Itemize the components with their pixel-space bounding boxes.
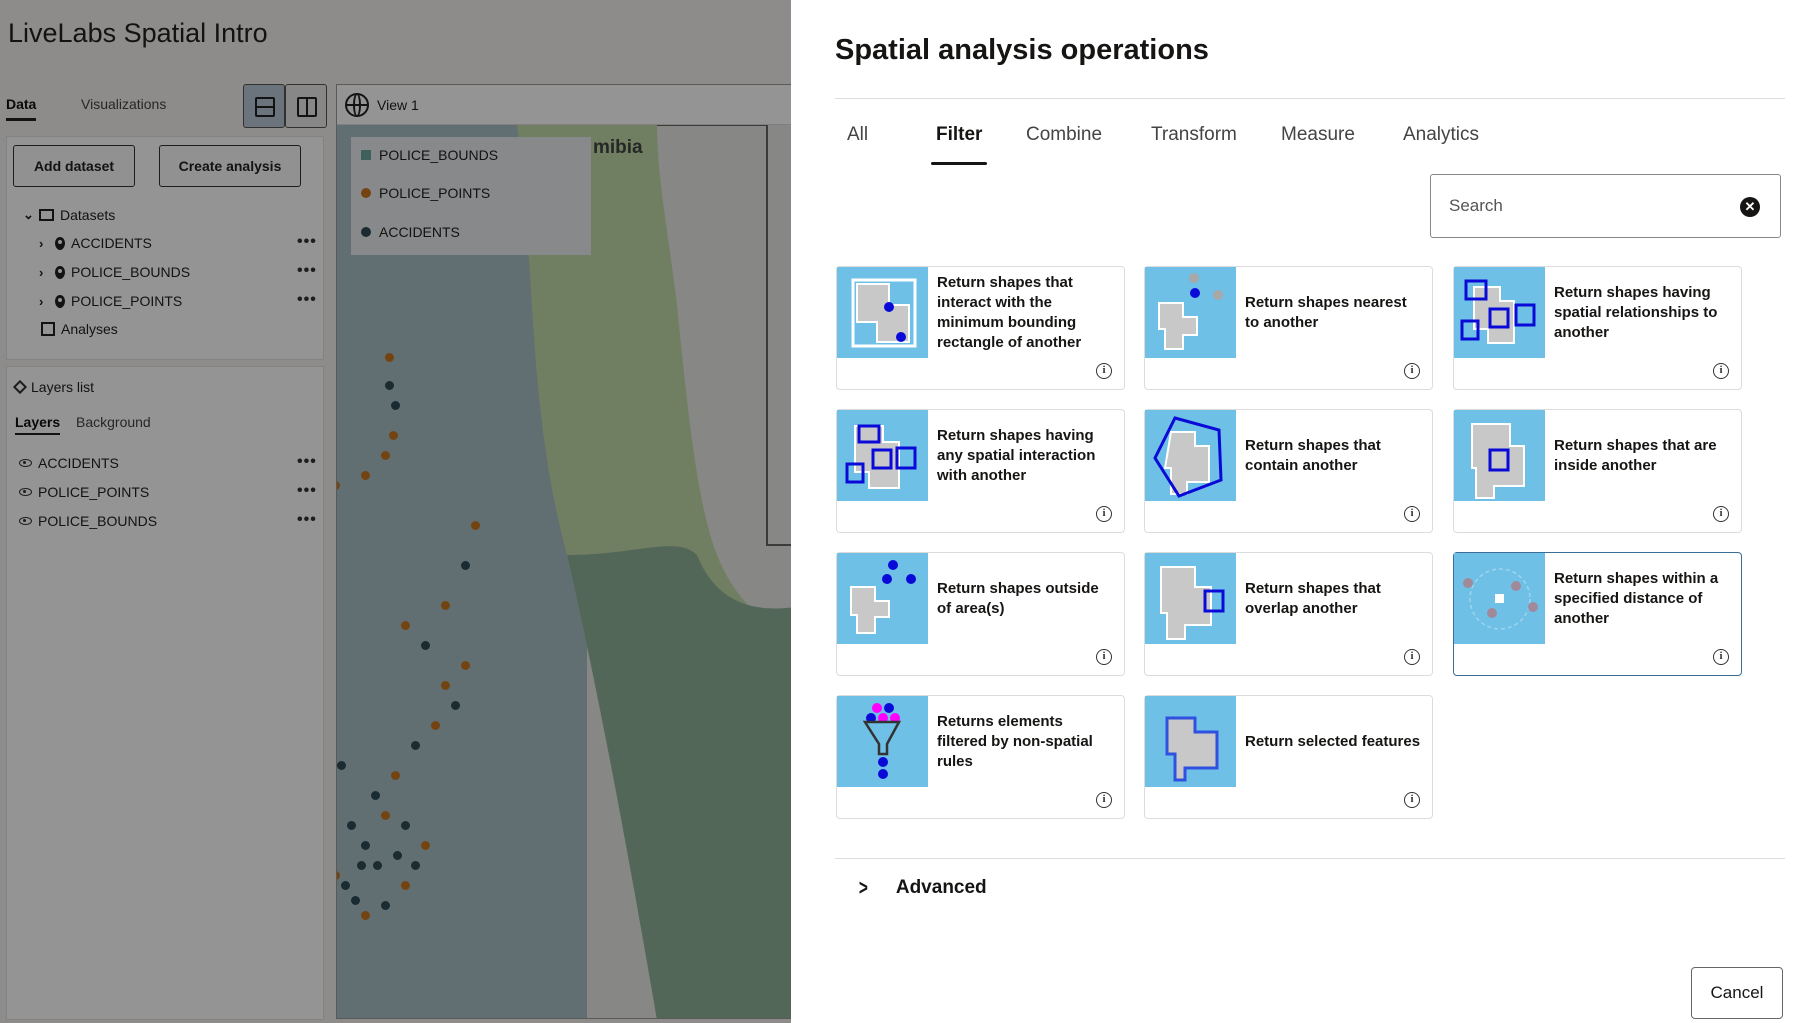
overlap-icon xyxy=(1145,553,1236,644)
tab-analytics[interactable]: Analytics xyxy=(1403,124,1479,158)
card-label: Return shapes that interact with the min… xyxy=(937,273,1082,351)
divider xyxy=(835,98,1785,99)
tab-combine[interactable]: Combine xyxy=(1026,124,1102,158)
info-icon[interactable]: i xyxy=(1096,792,1112,808)
info-icon[interactable]: i xyxy=(1404,363,1420,379)
any-interaction-icon xyxy=(837,410,928,501)
cancel-button[interactable]: Cancel xyxy=(1691,967,1783,1019)
card-label: Return shapes that overlap another xyxy=(1245,579,1381,617)
within-distance-icon xyxy=(1454,553,1545,644)
info-icon[interactable]: i xyxy=(1404,506,1420,522)
divider xyxy=(835,858,1785,859)
card-label: Return shapes outside of area(s) xyxy=(937,579,1099,617)
card-label: Return shapes that are inside another xyxy=(1554,436,1717,474)
chevron-right-icon: > xyxy=(858,875,868,900)
info-icon[interactable]: i xyxy=(1713,649,1729,665)
operation-card-selected-features[interactable]: Return selected features i xyxy=(1144,695,1433,819)
card-label: Return shapes within a specified distanc… xyxy=(1554,569,1719,627)
operation-card-spatial-relationships[interactable]: Return shapes having spatial relationshi… xyxy=(1453,266,1742,390)
search-box: ✕ xyxy=(1430,174,1781,238)
info-icon[interactable]: i xyxy=(1404,649,1420,665)
operation-card-outside[interactable]: Return shapes outside of area(s) i xyxy=(836,552,1125,676)
tab-measure[interactable]: Measure xyxy=(1281,124,1355,158)
funnel-icon xyxy=(837,696,928,787)
advanced-label: Advanced xyxy=(895,877,987,898)
card-label: Return shapes that contain another xyxy=(1245,436,1381,474)
operation-card-overlap[interactable]: Return shapes that overlap another i xyxy=(1144,552,1433,676)
operation-card-inside[interactable]: Return shapes that are inside another i xyxy=(1453,409,1742,533)
spatial-relationships-icon xyxy=(1454,267,1545,358)
app-root: LiveLabs Spatial Intro Data Visualizatio… xyxy=(0,0,1814,1023)
info-icon[interactable]: i xyxy=(1096,506,1112,522)
dialog-title: Spatial analysis operations xyxy=(835,34,1209,66)
operation-card-any-interaction[interactable]: Return shapes having any spatial interac… xyxy=(836,409,1125,533)
operation-card-mbr-interact[interactable]: Return shapes that interact with the min… xyxy=(836,266,1125,390)
spatial-analysis-dialog: Spatial analysis operations All Filter C… xyxy=(791,0,1814,1023)
card-label: Return shapes nearest to another xyxy=(1245,293,1407,331)
background-app: LiveLabs Spatial Intro Data Visualizatio… xyxy=(0,0,800,1023)
contain-icon xyxy=(1145,410,1236,501)
card-label: Returns elements filtered by non-spatial… xyxy=(937,712,1093,770)
active-tab-indicator xyxy=(931,162,987,165)
tab-all[interactable]: All xyxy=(847,124,868,158)
search-input[interactable] xyxy=(1449,175,1719,237)
nearest-icon xyxy=(1145,267,1236,358)
advanced-section-toggle[interactable]: > Advanced xyxy=(835,860,1785,916)
clear-search-icon[interactable]: ✕ xyxy=(1740,197,1760,217)
selected-features-icon xyxy=(1145,696,1236,787)
outside-icon xyxy=(837,553,928,644)
card-label: Return selected features xyxy=(1245,732,1421,750)
card-label: Return shapes having any spatial interac… xyxy=(937,426,1096,484)
operation-card-non-spatial-filter[interactable]: Returns elements filtered by non-spatial… xyxy=(836,695,1125,819)
card-label: Return shapes having spatial relationshi… xyxy=(1554,283,1718,341)
info-icon[interactable]: i xyxy=(1404,792,1420,808)
operation-card-contain[interactable]: Return shapes that contain another i xyxy=(1144,409,1433,533)
inside-icon xyxy=(1454,410,1545,501)
modal-backdrop[interactable] xyxy=(0,0,800,1023)
info-icon[interactable]: i xyxy=(1713,506,1729,522)
operation-card-within-distance[interactable]: Return shapes within a specified distanc… xyxy=(1453,552,1742,676)
operation-card-nearest[interactable]: Return shapes nearest to another i xyxy=(1144,266,1433,390)
mbr-interact-icon xyxy=(837,267,928,358)
tab-transform[interactable]: Transform xyxy=(1151,124,1237,158)
info-icon[interactable]: i xyxy=(1713,363,1729,379)
info-icon[interactable]: i xyxy=(1096,649,1112,665)
tab-filter[interactable]: Filter xyxy=(936,124,982,158)
info-icon[interactable]: i xyxy=(1096,363,1112,379)
